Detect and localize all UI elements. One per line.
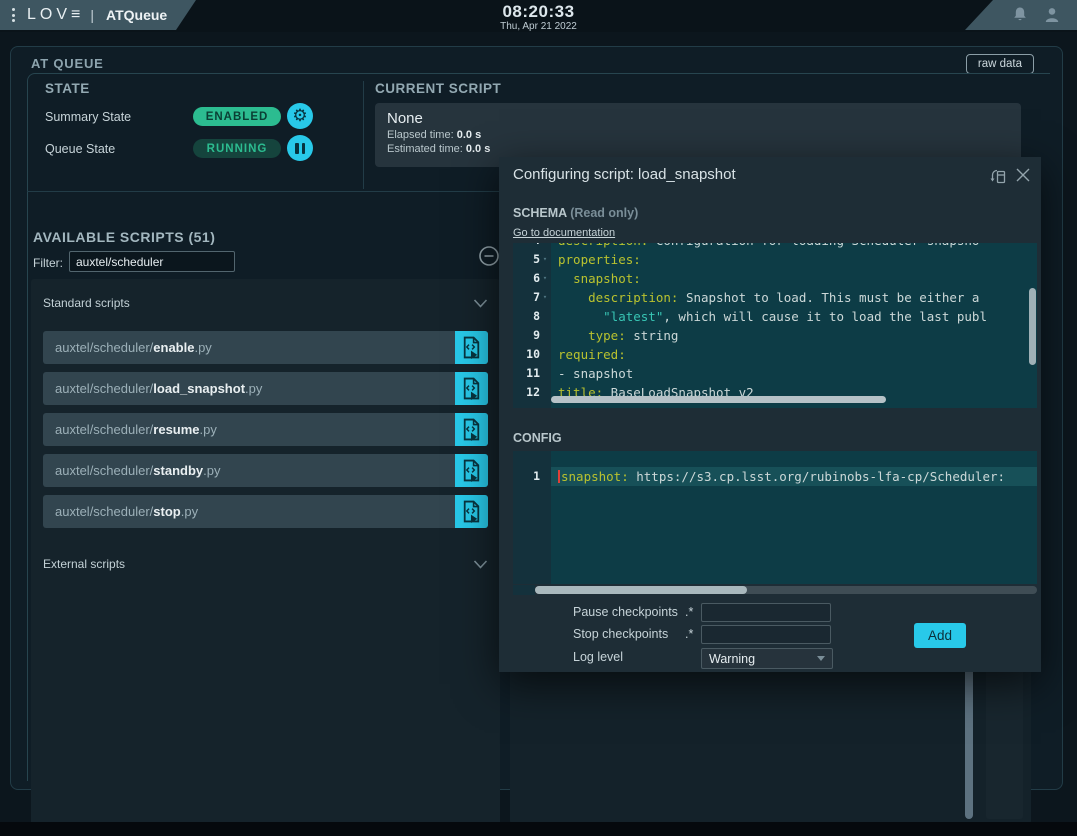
config-section-label: CONFIG — [513, 431, 562, 445]
settings-button[interactable]: ⚙ — [287, 103, 313, 129]
chevron-down-icon — [473, 560, 488, 569]
config-hscrollbar-thumb[interactable] — [535, 586, 747, 594]
stop-checkpoints-label: Stop checkpoints — [573, 627, 668, 641]
raw-data-button[interactable]: raw data — [966, 54, 1034, 74]
script-name: resume — [153, 422, 199, 437]
pause-checkpoints-hint: .* — [685, 605, 693, 619]
stop-checkpoints-input[interactable] — [701, 625, 831, 644]
launch-script-icon — [461, 500, 482, 523]
log-level-select[interactable]: Warning — [701, 648, 833, 669]
config-hscrollbar — [513, 585, 1037, 595]
elapsed-time-value: 0.0 s — [457, 129, 481, 141]
script-path: auxtel/scheduler/ — [55, 422, 153, 437]
scripts-container: Standard scripts auxtel/scheduler/enable… — [31, 279, 500, 825]
filter-label: Filter: — [33, 256, 63, 270]
bell-icon[interactable] — [1011, 6, 1029, 24]
script-extension: .py — [200, 422, 217, 437]
popout-button[interactable] — [988, 167, 1008, 185]
external-scripts-label: External scripts — [43, 557, 125, 571]
queue-state-label: Queue State — [45, 142, 115, 156]
clock-date: Thu, Apr 21 2022 — [0, 21, 1077, 32]
script-name: load_snapshot — [153, 381, 245, 396]
log-level-row: Log level Warning — [499, 648, 899, 668]
config-editor[interactable]: 1snapshot: https://s3.cp.lsst.org/rubino… — [513, 451, 1037, 584]
stop-checkpoints-hint: .* — [685, 627, 693, 641]
page-title: AT QUEUE — [31, 56, 104, 71]
script-name: enable — [153, 340, 194, 355]
pause-checkpoints-row: Pause checkpoints .* — [499, 603, 899, 623]
collapse-panel-icon[interactable] — [478, 245, 500, 267]
modal-title: Configuring script: load_snapshot — [513, 166, 736, 183]
clock-time: 08:20:33 — [0, 2, 1077, 22]
launch-script-icon — [461, 336, 482, 359]
chevron-down-icon — [473, 299, 488, 308]
config-scroll-corner — [513, 585, 535, 595]
schema-vscrollbar-thumb[interactable] — [1029, 288, 1036, 365]
script-list-item[interactable]: auxtel/scheduler/load_snapshot.py — [43, 372, 488, 405]
script-name: stop — [153, 504, 180, 519]
popout-icon — [988, 167, 1008, 185]
close-icon — [1015, 167, 1031, 183]
state-section-title: STATE — [45, 81, 90, 96]
gear-icon: ⚙ — [292, 108, 307, 125]
documentation-link[interactable]: Go to documentation — [513, 227, 615, 239]
standard-scripts-label: Standard scripts — [43, 296, 130, 310]
summary-state-label: Summary State — [45, 110, 131, 124]
script-extension: .py — [203, 463, 220, 478]
launch-script-button[interactable] — [455, 331, 488, 364]
script-path: auxtel/scheduler/ — [55, 463, 153, 478]
chevron-down-icon — [817, 656, 825, 661]
script-path: auxtel/scheduler/ — [55, 504, 153, 519]
estimated-time-value: 0.0 s — [466, 143, 490, 155]
user-icon[interactable] — [1043, 6, 1061, 24]
filter-input[interactable] — [69, 251, 235, 272]
queue-state-badge: RUNNING — [193, 139, 281, 158]
clock: 08:20:33 Thu, Apr 21 2022 — [0, 2, 1077, 32]
log-level-value: Warning — [709, 652, 817, 666]
schema-editor[interactable]: 4description: Configuration for loading … — [513, 243, 1037, 408]
summary-state-badge: ENABLED — [193, 107, 281, 126]
section-divider-vertical — [363, 81, 364, 189]
script-path: auxtel/scheduler/ — [55, 340, 153, 355]
script-extension: .py — [245, 381, 262, 396]
standard-scripts-header[interactable]: Standard scripts — [43, 293, 488, 313]
estimated-time-label: Estimated time: — [387, 143, 463, 155]
script-extension: .py — [181, 504, 198, 519]
launch-script-icon — [461, 418, 482, 441]
script-list-item[interactable]: auxtel/scheduler/stop.py — [43, 495, 488, 528]
add-button[interactable]: Add — [914, 623, 966, 648]
launch-script-button[interactable] — [455, 454, 488, 487]
script-extension: .py — [194, 340, 211, 355]
schema-section-label: SCHEMA (Read only) — [513, 206, 638, 220]
launch-script-button[interactable] — [455, 413, 488, 446]
log-level-label: Log level — [573, 650, 623, 664]
script-list-item[interactable]: auxtel/scheduler/standby.py — [43, 454, 488, 487]
launch-script-button[interactable] — [455, 495, 488, 528]
script-path: auxtel/scheduler/ — [55, 381, 153, 396]
script-list-item[interactable]: auxtel/scheduler/resume.py — [43, 413, 488, 446]
pause-icon — [295, 143, 305, 154]
configure-script-modal: Configuring script: load_snapshot SCHEMA… — [499, 157, 1041, 672]
available-scripts-title: AVAILABLE SCRIPTS (51) — [33, 229, 215, 245]
script-list-item[interactable]: auxtel/scheduler/enable.py — [43, 331, 488, 364]
elapsed-time-label: Elapsed time: — [387, 129, 454, 141]
schema-readonly-note: (Read only) — [570, 206, 638, 220]
current-script-name: None — [387, 110, 1009, 127]
external-scripts-header[interactable]: External scripts — [43, 554, 488, 574]
footer-band — [0, 822, 1077, 836]
launch-script-icon — [461, 459, 482, 482]
pause-checkpoints-input[interactable] — [701, 603, 831, 622]
pause-queue-button[interactable] — [287, 135, 313, 161]
current-script-title: CURRENT SCRIPT — [375, 81, 501, 96]
launch-script-icon — [461, 377, 482, 400]
script-name: standby — [153, 463, 203, 478]
script-list: auxtel/scheduler/enable.py auxtel/schedu… — [43, 331, 488, 528]
launch-script-button[interactable] — [455, 372, 488, 405]
top-bar: LOV≡ | ATQueue 08:20:33 Thu, Apr 21 2022 — [0, 0, 1077, 32]
atqueue-app: LOV≡ | ATQueue 08:20:33 Thu, Apr 21 2022… — [0, 0, 1077, 836]
close-button[interactable] — [1015, 167, 1031, 183]
pause-checkpoints-label: Pause checkpoints — [573, 605, 678, 619]
stop-checkpoints-row: Stop checkpoints .* — [499, 625, 899, 645]
schema-hscrollbar-thumb[interactable] — [551, 396, 886, 403]
